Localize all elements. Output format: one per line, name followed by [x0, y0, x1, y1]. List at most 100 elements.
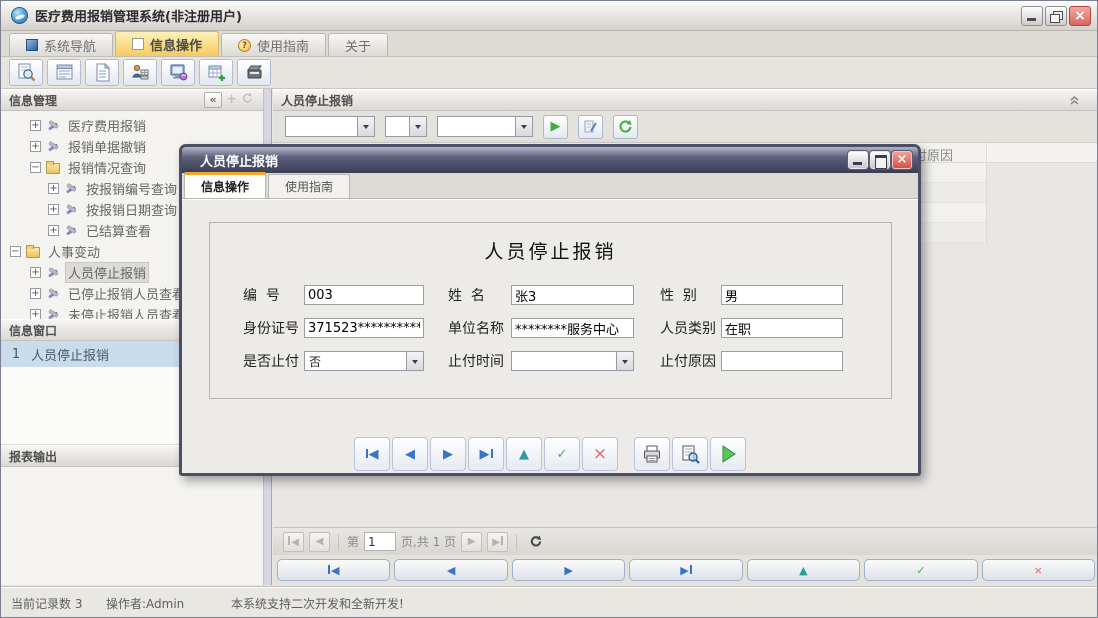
tab-user-guide[interactable]: ? 使用指南	[221, 33, 326, 56]
tree-item-medical-expense[interactable]: + 医疗费用报销	[1, 115, 271, 136]
chevron-down-icon[interactable]	[409, 117, 426, 136]
chevron-down-icon[interactable]	[406, 352, 423, 370]
tab-system-nav[interactable]: 系统导航	[9, 33, 113, 56]
dialog-tab-user-guide[interactable]: 使用指南	[268, 174, 350, 198]
tree-item-label: 按报销日期查询	[83, 199, 180, 220]
page-prev-button[interactable]: ◀	[309, 532, 330, 552]
document-icon	[93, 63, 112, 82]
add-node-icon[interactable]: +	[226, 92, 237, 108]
dialog-print-preview-button[interactable]	[672, 437, 708, 471]
expand-plus-icon[interactable]: +	[48, 204, 59, 215]
minimize-button[interactable]	[1021, 6, 1043, 26]
name-field[interactable]	[511, 285, 634, 305]
dialog-maximize-button[interactable]	[870, 151, 890, 169]
main-tabstrip: 系统导航 信息操作 ? 使用指南 关于	[1, 31, 1097, 57]
dialog-prev-button[interactable]: ◀	[392, 437, 428, 471]
collapse-minus-icon[interactable]: −	[30, 162, 41, 173]
expand-plus-icon[interactable]: +	[48, 183, 59, 194]
expand-plus-icon[interactable]: +	[30, 309, 41, 319]
dialog-next-button[interactable]: ▶	[430, 437, 466, 471]
id-number-label: 身份证号	[243, 318, 304, 338]
dialog-print-button[interactable]	[634, 437, 670, 471]
code-field[interactable]	[304, 285, 424, 305]
record-next-button[interactable]: ▶	[512, 559, 625, 581]
chevron-down-icon[interactable]	[357, 117, 374, 136]
dialog-first-button[interactable]: ◀	[354, 437, 390, 471]
record-first-button[interactable]: ◀	[277, 559, 390, 581]
table-add-button[interactable]	[199, 59, 233, 86]
form-title: 人员停止报销	[210, 239, 891, 265]
filter-value-select[interactable]	[437, 116, 533, 137]
chevron-down-icon[interactable]	[515, 117, 532, 136]
record-cancel-button[interactable]: ×	[982, 559, 1095, 581]
user-config-button[interactable]	[123, 59, 157, 86]
panel-title: 信息窗口	[9, 322, 57, 339]
dialog-last-button[interactable]: ▶	[468, 437, 504, 471]
dialog-minimize-button[interactable]	[848, 151, 868, 169]
last-record-icon: ▶	[480, 447, 493, 462]
expand-plus-icon[interactable]: +	[30, 288, 41, 299]
expand-plus-icon[interactable]: +	[48, 225, 59, 236]
filter-field-select[interactable]	[285, 116, 375, 137]
record-last-button[interactable]: ▶	[629, 559, 742, 581]
tab-about[interactable]: 关于	[328, 33, 388, 56]
dialog-tab-info-operation[interactable]: 信息操作	[184, 172, 266, 198]
titlebar: 医疗费用报销管理系统(非注册用户) ×	[1, 1, 1097, 31]
record-edit-button[interactable]: ▲	[747, 559, 860, 581]
dialog-cancel-button[interactable]: ×	[582, 437, 618, 471]
page-next-button[interactable]: ▶	[461, 532, 482, 552]
stop-pay-select[interactable]: 否	[304, 351, 424, 371]
unit-name-field[interactable]	[511, 318, 634, 338]
toolbar	[1, 57, 1097, 89]
dialog-confirm-button[interactable]: ✓	[544, 437, 580, 471]
record-confirm-button[interactable]: ✓	[864, 559, 977, 581]
application-window: 医疗费用报销管理系统(非注册用户) × 系统导航 信息操作 ? 使用指南 关于	[0, 0, 1098, 618]
page-refresh-button[interactable]	[525, 532, 546, 552]
refresh-button[interactable]	[613, 115, 638, 139]
collapse-minus-icon[interactable]: −	[10, 246, 21, 257]
new-document-button[interactable]	[85, 59, 119, 86]
gender-field[interactable]	[721, 285, 843, 305]
code-label: 编 号	[243, 285, 304, 305]
up-triangle-icon: ▲	[519, 447, 529, 462]
page-first-button[interactable]: ◀	[283, 532, 304, 552]
tool-icon	[64, 204, 78, 216]
advanced-query-button[interactable]	[578, 115, 603, 139]
last-record-icon: ▶	[680, 564, 691, 577]
dialog-close-button[interactable]: ×	[892, 151, 912, 169]
page-last-button[interactable]: ▶	[487, 532, 508, 552]
tree-item-label: 已停止报销人员查看	[65, 283, 188, 304]
refresh-tree-icon[interactable]	[241, 92, 253, 109]
expand-plus-icon[interactable]: +	[30, 267, 41, 278]
expand-plus-icon[interactable]: +	[30, 141, 41, 152]
stop-time-select[interactable]	[511, 351, 634, 371]
collapse-panel-icon[interactable]	[1068, 94, 1081, 107]
collapse-sidebar-button[interactable]: «	[204, 92, 222, 108]
page-number-input[interactable]	[364, 532, 396, 551]
edit-query-icon	[583, 119, 598, 134]
dialog-run-button[interactable]	[710, 437, 746, 471]
person-type-field[interactable]	[721, 318, 843, 338]
search-icon	[17, 63, 36, 82]
filter-operator-select[interactable]	[385, 116, 427, 137]
stop-reason-field[interactable]	[721, 351, 843, 371]
display-button[interactable]	[161, 59, 195, 86]
report-view-button[interactable]	[47, 59, 81, 86]
panel-title: 信息管理	[9, 92, 57, 109]
chevron-down-icon[interactable]	[616, 352, 633, 370]
restore-button[interactable]	[1045, 6, 1067, 26]
dialog-edit-button[interactable]: ▲	[506, 437, 542, 471]
app-logo-icon	[11, 7, 28, 24]
tool-icon	[46, 141, 60, 153]
archive-icon	[245, 63, 264, 82]
id-number-field[interactable]	[304, 318, 424, 338]
record-prev-button[interactable]: ◀	[394, 559, 507, 581]
run-query-button[interactable]: ▶	[543, 115, 568, 139]
close-button[interactable]: ×	[1069, 6, 1091, 26]
tab-info-operation[interactable]: 信息操作	[115, 31, 219, 56]
stop-time-label: 止付时间	[448, 351, 511, 371]
expand-plus-icon[interactable]: +	[30, 120, 41, 131]
search-button[interactable]	[9, 59, 43, 86]
archive-button[interactable]	[237, 59, 271, 86]
form-groupbox: 人员停止报销 编 号 姓 名 性 别 身份证号 单位名称 人员类别	[209, 222, 892, 399]
